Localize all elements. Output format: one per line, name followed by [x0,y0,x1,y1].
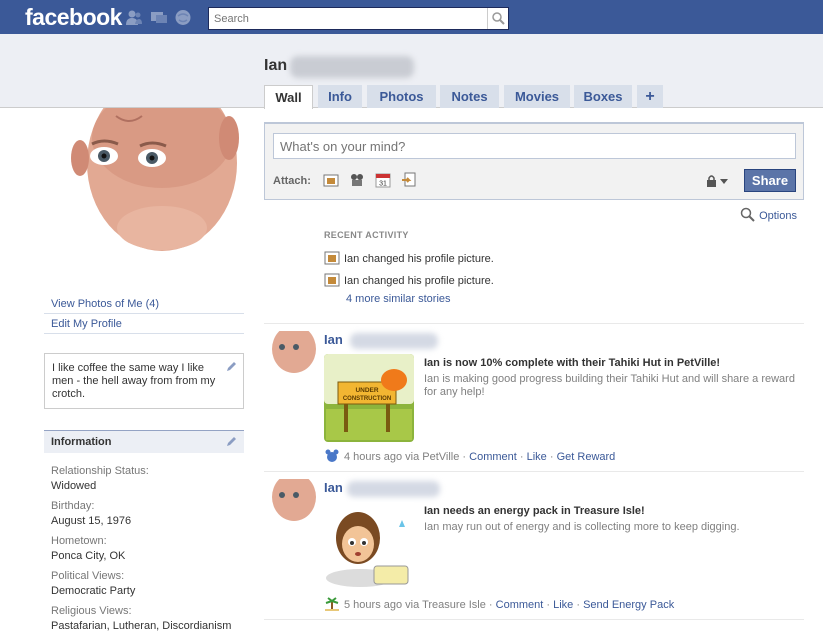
petville-app-icon [325,449,339,462]
tab-movies[interactable]: Movies [504,85,570,108]
bio-box: I like coffee the same way I like men - … [44,353,244,409]
view-photos-link[interactable]: View Photos of Me (4) [44,294,244,314]
edit-profile-link[interactable]: Edit My Profile [44,314,244,334]
attach-label: Attach: [273,175,311,187]
top-bar: facebook [0,0,823,34]
story-headline: Ian is now 10% complete with their Tahik… [424,357,721,369]
info-value: Widowed [51,480,97,492]
tab-info[interactable]: Info [318,85,362,108]
tab-boxes[interactable]: Boxes [574,85,632,108]
treasure-isle-character-image[interactable] [324,502,414,590]
info-label: Relationship Status: [51,465,149,477]
search-box [208,7,509,30]
privacy-lock-icon[interactable] [706,174,730,188]
photo-attach-icon[interactable] [323,172,339,188]
status-composer: Attach: 31 Share [264,122,804,200]
story-meta: 4 hours ago via PetVille · Comment · Lik… [324,449,615,463]
link-attach-icon[interactable] [401,172,417,188]
recent-activity-item: Ian changed his profile picture. [324,251,494,265]
video-attach-icon[interactable] [349,172,365,188]
notifications-icon[interactable] [174,9,192,26]
recent-activity-item: Ian changed his profile picture. [324,273,494,287]
svg-text:31: 31 [379,181,387,188]
info-label: Birthday: [51,500,95,512]
information-title: Information [51,436,112,448]
svg-text:UNDER: UNDER [355,387,378,394]
like-link[interactable]: Like [527,451,547,463]
divider [264,323,804,324]
options-link[interactable]: Options [740,207,797,223]
recent-activity-title: RECENT ACTIVITY [324,230,409,240]
redacted-surname [290,56,414,78]
story-author[interactable]: Ian [324,480,343,495]
info-label: Hometown: [51,535,107,547]
info-value: August 15, 1976 [51,515,132,527]
divider [264,471,804,472]
treasure-isle-app-icon [325,597,339,611]
event-attach-icon[interactable]: 31 [375,172,391,188]
status-input[interactable] [273,133,796,159]
profile-picture-icon [324,251,340,265]
add-tab-button[interactable]: + [637,85,663,108]
story-avatar[interactable] [264,331,316,375]
profile-picture-icon [324,273,340,287]
friends-icon[interactable] [125,9,143,26]
info-value: Pastafarian, Lutheran, Discordianism [51,620,232,632]
information-header: Information [44,430,244,453]
options-label: Options [759,210,797,222]
tab-photos[interactable]: Photos [367,85,436,108]
info-label: Religious Views: [51,605,132,617]
petville-construction-image[interactable]: UNDER CONSTRUCTION [324,354,414,442]
magnifier-icon [740,207,755,222]
story-author[interactable]: Ian [324,332,343,347]
comment-link[interactable]: Comment [469,451,517,463]
info-label: Political Views: [51,570,125,582]
messages-icon[interactable] [150,9,168,26]
edit-pencil-icon[interactable] [225,436,237,448]
search-button[interactable] [487,8,508,29]
edit-pencil-icon[interactable] [225,361,237,373]
tab-notes[interactable]: Notes [440,85,499,108]
redacted-surname [347,481,440,497]
profile-name: Ian [264,57,288,74]
profile-picture[interactable] [44,108,244,253]
tab-wall[interactable]: Wall [264,85,313,109]
redacted-surname [350,333,438,349]
story-description: Ian may run out of energy and is collect… [424,521,740,533]
search-icon [492,12,505,25]
story-avatar[interactable] [264,479,316,523]
bio-text: I like coffee the same way I like men - … [52,362,216,400]
comment-link[interactable]: Comment [496,599,544,611]
information-list: Relationship Status: Widowed Birthday: A… [51,464,241,632]
info-value: Ponca City, OK [51,550,126,562]
get-reward-link[interactable]: Get Reward [557,451,616,463]
search-input[interactable] [211,9,486,28]
svg-text:CONSTRUCTION: CONSTRUCTION [343,396,391,402]
like-link[interactable]: Like [553,599,573,611]
more-stories-link[interactable]: 4 more similar stories [346,293,451,305]
send-energy-pack-link[interactable]: Send Energy Pack [583,599,674,611]
story-meta: 5 hours ago via Treasure Isle · Comment … [324,597,674,611]
story-headline: Ian needs an energy pack in Treasure Isl… [424,505,645,517]
profile-links: View Photos of Me (4) Edit My Profile [44,294,244,334]
divider [264,619,804,620]
facebook-logo[interactable]: facebook [25,4,122,31]
share-button[interactable]: Share [744,169,796,192]
story-description: Ian is making good progress building the… [424,373,795,398]
info-value: Democratic Party [51,585,136,597]
